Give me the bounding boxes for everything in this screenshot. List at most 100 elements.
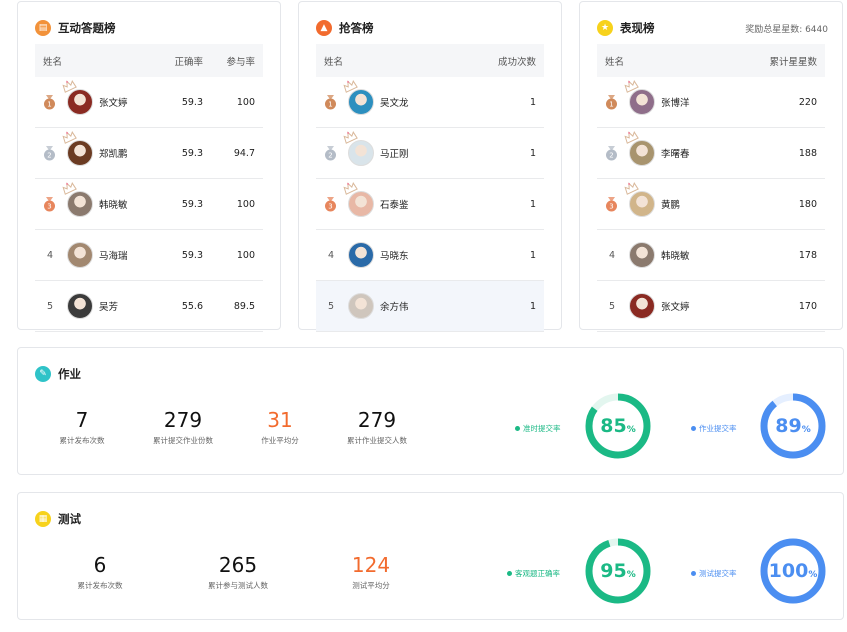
- rank-medal-icon: 3: [324, 196, 337, 212]
- student-name[interactable]: 李曙春: [661, 146, 690, 160]
- legend-label: 测试提交率: [699, 569, 737, 578]
- student-cell: 2 郑凯鹏: [43, 131, 153, 166]
- success-count-value: 1: [529, 147, 536, 159]
- avatar: [67, 242, 93, 268]
- table-row: 1 张博洋 220: [597, 77, 825, 128]
- ring-unit: %: [626, 569, 636, 580]
- avatar: [67, 293, 93, 319]
- rank-number: 4: [608, 249, 616, 261]
- ring-percentage: 89%: [759, 392, 827, 460]
- ring-percentage: 95%: [584, 537, 652, 605]
- stat-label: 累计作业提交人数: [347, 436, 407, 445]
- table-row: 3 石泰鉴 1: [316, 179, 544, 230]
- avatar: [343, 182, 374, 217]
- student-cell: 4 马晓东: [324, 242, 436, 268]
- rank-medal-icon: 2: [605, 145, 618, 161]
- student-name[interactable]: 黄鹏: [661, 197, 680, 211]
- svg-text:3: 3: [609, 202, 613, 210]
- leaderboard-table: 姓名 正确率 参与率 1 张文婷 59.3 100 2 郑凯鹏 59.3 94.7 3 韩晓敏 59…: [35, 44, 263, 332]
- table-header: 姓名 正确率 参与率: [35, 44, 263, 77]
- total-stars-label: 奖励总星星数: 6440: [745, 24, 828, 35]
- chart-icon: ▤: [35, 20, 51, 36]
- rank-medal-icon: 1: [324, 94, 337, 110]
- student-cell: 2 马正刚: [324, 131, 436, 166]
- legend-dot-icon: [691, 571, 696, 576]
- student-cell: 1 张博洋: [605, 80, 717, 115]
- grab-leaderboard-card: ▲ 抢答榜 姓名 成功次数 1 吴文龙 1 2 马正刚 1 3 石泰鉴 1 4 马晓东 1 5 余方伟 1: [298, 1, 562, 332]
- ring-value: 95: [600, 560, 627, 582]
- table-row: 4 马晓东 1: [316, 230, 544, 281]
- card-header: ▦ 测试: [35, 508, 829, 530]
- avatar: [343, 131, 374, 166]
- ring-legend: 测试提交率: [691, 568, 737, 579]
- stars-value: 178: [798, 249, 817, 261]
- svg-text:1: 1: [47, 100, 51, 108]
- student-name[interactable]: 吴芳: [99, 299, 118, 313]
- student-name[interactable]: 郑凯鹏: [99, 146, 128, 160]
- stat-block: 124 测试平均分: [311, 553, 431, 591]
- svg-text:3: 3: [328, 202, 332, 210]
- svg-text:1: 1: [609, 100, 613, 108]
- progress-ring: 89%: [759, 392, 827, 460]
- rank-medal-icon: 2: [43, 145, 56, 161]
- rank-medal-icon: 1: [605, 94, 618, 110]
- student-cell: 5 吴芳: [43, 293, 153, 319]
- table-row: 1 张文婷 59.3 100: [35, 77, 263, 128]
- student-name[interactable]: 吴文龙: [380, 95, 409, 109]
- table-row: 2 郑凯鹏 59.3 94.7: [35, 128, 263, 179]
- student-name[interactable]: 马海瑞: [99, 248, 128, 262]
- participation-value: 100: [236, 96, 255, 108]
- student-name[interactable]: 马晓东: [380, 248, 409, 262]
- answer-leaderboard-card: ▤ 互动答题榜 姓名 正确率 参与率 1 张文婷 59.3 100 2 郑凯鹏 59.3 94…: [17, 1, 281, 332]
- student-name[interactable]: 张文婷: [99, 95, 128, 109]
- student-cell: 5 余方伟: [324, 293, 436, 319]
- accuracy-value: 59.3: [181, 147, 203, 159]
- svg-text:1: 1: [328, 100, 332, 108]
- participation-value: 94.7: [233, 147, 255, 159]
- ring-value: 89: [775, 415, 802, 437]
- student-name[interactable]: 马正刚: [380, 146, 409, 160]
- progress-ring: 85%: [584, 392, 652, 460]
- card-title: 表现榜: [620, 21, 655, 35]
- ring-percentage: 85%: [584, 392, 652, 460]
- student-cell: 3 黄鹏: [605, 182, 717, 217]
- rank-medal-icon: 2: [324, 145, 337, 161]
- student-cell: 4 马海瑞: [43, 242, 153, 268]
- legend-dot-icon: [691, 426, 696, 431]
- accuracy-value: 59.3: [181, 96, 203, 108]
- homework-summary-card: ✎ 作业 7 累计发布次数 279 累计提交作业份数 31 作业平均分 279 累计作业提交人…: [17, 347, 844, 475]
- test-summary-card: ▦ 测试 6 累计发布次数 265 累计参与测试人数 124 测试平均分 客观题正确率 95…: [17, 492, 844, 620]
- legend-dot-icon: [515, 426, 520, 431]
- success-count-value: 1: [529, 96, 536, 108]
- stat-value: 6: [93, 553, 107, 577]
- performance-leaderboard-card: ★ 表现榜 奖励总星星数: 6440 姓名 累计星星数 1 张博洋 220 2 李曙春 1…: [579, 1, 843, 332]
- rank-number: 5: [608, 300, 616, 312]
- avatar: [348, 242, 374, 268]
- bell-icon: ▲: [316, 20, 332, 36]
- table-row: 3 黄鹏 180: [597, 179, 825, 230]
- avatar: [624, 182, 655, 217]
- avatar: [629, 293, 655, 319]
- table-header: 姓名 累计星星数: [597, 44, 825, 77]
- student-name[interactable]: 张文婷: [661, 299, 690, 313]
- student-name[interactable]: 石泰鉴: [380, 197, 409, 211]
- ring-value: 85: [600, 415, 627, 437]
- accuracy-value: 59.3: [181, 198, 203, 210]
- card-title: 作业: [58, 367, 81, 381]
- progress-ring: 95%: [584, 537, 652, 605]
- header-name: 姓名: [605, 56, 625, 68]
- student-name[interactable]: 韩晓敏: [661, 248, 690, 262]
- progress-ring: 100%: [759, 537, 827, 605]
- stat-label: 累计参与测试人数: [208, 581, 268, 590]
- rank-number: 5: [327, 300, 335, 312]
- student-name[interactable]: 张博洋: [661, 95, 690, 109]
- leaderboard-table: 姓名 累计星星数 1 张博洋 220 2 李曙春 188 3 黄鹏 180 4 韩晓敏 178 5 张文婷…: [597, 44, 825, 332]
- stars-value: 170: [798, 300, 817, 312]
- student-name[interactable]: 余方伟: [380, 299, 409, 313]
- stars-value: 220: [798, 96, 817, 108]
- table-row: 4 马海瑞 59.3 100: [35, 230, 263, 281]
- legend-label: 客观题正确率: [515, 569, 560, 578]
- rank-number: 5: [46, 300, 54, 312]
- student-name[interactable]: 韩晓敏: [99, 197, 128, 211]
- svg-text:3: 3: [47, 202, 51, 210]
